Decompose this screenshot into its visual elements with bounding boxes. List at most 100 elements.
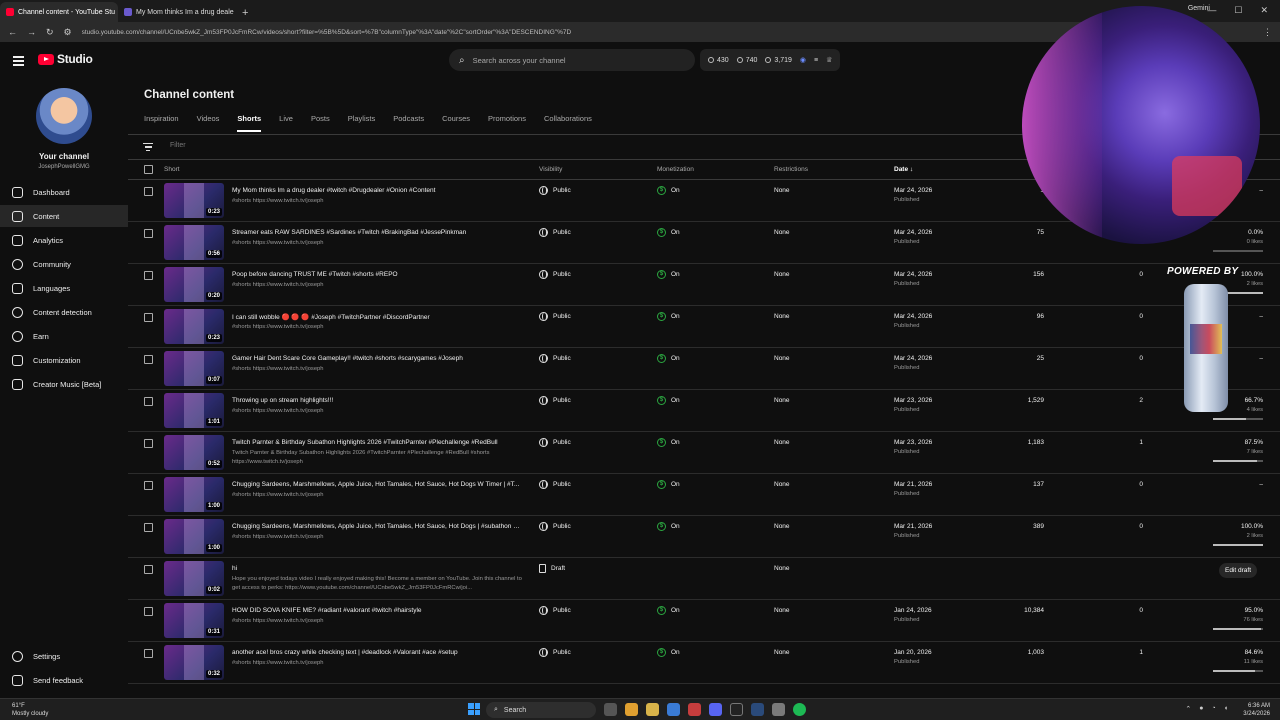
edit-draft-button[interactable]: Edit draft [1219,563,1258,578]
row-checkbox[interactable] [144,229,153,238]
wifi-icon[interactable]: ◔ [1212,705,1216,713]
download-icon[interactable] [667,703,680,716]
task-view-icon[interactable] [604,703,617,716]
column-visibility[interactable]: Visibility [539,166,562,173]
video-thumbnail[interactable]: 1:00 [164,519,224,554]
video-title[interactable]: Chugging Sardeens, Marshmellows, Apple J… [232,481,522,488]
video-title[interactable]: I can still wobble 🔴 🔴 🔴 #Joseph #Twitch… [232,313,522,321]
obs-icon[interactable] [688,703,701,716]
table-row[interactable]: 1:00 Chugging Sardeens, Marshmellows, App… [128,474,1280,516]
discord-icon[interactable] [709,703,722,716]
table-row[interactable]: 1:00 Chugging Sardeens, Marshmellows, App… [128,516,1280,558]
tab-live[interactable]: Live [279,114,293,132]
visibility-cell[interactable]: Draft [539,564,565,573]
browser-tab-video[interactable]: My Mom thinks Im a drug deale ✕ [118,2,236,22]
sidebar-item-languages[interactable]: Languages [0,277,128,299]
video-thumbnail[interactable]: 0:32 [164,645,224,680]
list-icon[interactable]: ≡ [814,57,818,64]
video-title[interactable]: hi [232,565,522,572]
row-checkbox[interactable] [144,187,153,196]
row-checkbox[interactable] [144,397,153,406]
table-row[interactable]: 0:52 Twitch Parnter & Birthday Subathon H… [128,432,1280,474]
channel-search[interactable]: ⌕ Search across your channel [449,49,695,71]
video-thumbnail[interactable]: 0:23 [164,183,224,218]
sidebar-item-content-detection[interactable]: Content detection [0,301,128,323]
video-title[interactable]: My Mom thinks Im a drug dealer #twitch #… [232,187,522,194]
sidebar-item-earn[interactable]: Earn [0,325,128,347]
column-date[interactable]: Date ↓ [894,166,913,173]
volume-icon[interactable]: ◖ [1224,705,1228,713]
sidebar-item-dashboard[interactable]: Dashboard [0,181,128,203]
channel-avatar[interactable] [36,88,92,144]
video-title[interactable]: Chugging Sardeens, Marshmellows, Apple J… [232,523,522,530]
weather-widget[interactable]: 61°F Mostly cloudy [12,702,48,718]
spotify-icon[interactable] [793,703,806,716]
visibility-cell[interactable]: Public [539,522,571,531]
tab-courses[interactable]: Courses [442,114,470,132]
video-title[interactable]: Throwing up on stream highlights!!! [232,397,522,404]
tab-inspiration[interactable]: Inspiration [144,114,179,132]
app-icon[interactable] [772,703,785,716]
video-thumbnail[interactable]: 0:20 [164,267,224,302]
visibility-cell[interactable]: Public [539,438,571,447]
browser-tab-studio[interactable]: Channel content - YouTube Stu ✕ [0,2,118,22]
sidebar-item-creator-music[interactable]: Creator Music [Beta] [0,373,128,395]
video-thumbnail[interactable]: 0:56 [164,225,224,260]
table-row[interactable]: 0:31 HOW DID SOVA KNIFE ME? #radiant #val… [128,600,1280,642]
visibility-cell[interactable]: Public [539,606,571,615]
reload-icon[interactable]: ↻ [46,27,54,38]
sidebar-item-customization[interactable]: Customization [0,349,128,371]
table-row[interactable]: 0:20 Poop before dancing TRUST ME #Twitch… [128,264,1280,306]
visibility-cell[interactable]: Public [539,270,571,279]
visibility-cell[interactable]: Public [539,480,571,489]
visibility-cell[interactable]: Public [539,186,571,195]
select-all-checkbox[interactable] [144,165,153,174]
tab-shorts[interactable]: Shorts [237,114,262,132]
tab-promotions[interactable]: Promotions [488,114,526,132]
video-title[interactable]: Poop before dancing TRUST ME #Twitch #sh… [232,271,522,278]
system-clock[interactable]: 6:36 AM 3/24/2026 [1243,702,1270,718]
forward-icon[interactable]: → [27,27,36,37]
tab-podcasts[interactable]: Podcasts [393,114,424,132]
visibility-cell[interactable]: Public [539,312,571,321]
close-window-icon[interactable]: ✕ [1260,5,1268,16]
row-checkbox[interactable] [144,607,153,616]
video-title[interactable]: Streamer eats RAW SARDINES #Sardines #Tw… [232,229,522,236]
site-info-icon[interactable]: ⚙ [64,27,72,38]
visibility-cell[interactable]: Public [539,354,571,363]
filter-input[interactable]: Filter [170,142,186,149]
row-checkbox[interactable] [144,649,153,658]
video-thumbnail[interactable]: 0:23 [164,309,224,344]
maximize-icon[interactable]: ☐ [1234,5,1242,16]
video-title[interactable]: another ace! bros crazy while checking t… [232,649,522,656]
table-row[interactable]: 0:32 another ace! bros crazy while checki… [128,642,1280,684]
row-checkbox[interactable] [144,271,153,280]
search-input[interactable]: Search across your channel [473,56,566,65]
sidebar-item-community[interactable]: Community [0,253,128,275]
tab-posts[interactable]: Posts [311,114,330,132]
video-thumbnail[interactable]: 0:52 [164,435,224,470]
trophy-icon[interactable]: ♕ [826,56,832,64]
table-row[interactable]: 1:01 Throwing up on stream highlights!!! #… [128,390,1280,432]
table-row[interactable]: 0:02 hi Hope you enjoyed todays video I re… [128,558,1280,600]
file-explorer-icon[interactable] [646,703,659,716]
app-icon[interactable] [730,703,743,716]
video-thumbnail[interactable]: 0:07 [164,351,224,386]
taskbar-search[interactable]: ⌕ Search [486,702,596,718]
filter-icon[interactable] [143,143,153,153]
new-tab-button[interactable]: + [236,7,254,22]
video-thumbnail[interactable]: 1:01 [164,393,224,428]
sidebar-item-send-feedback[interactable]: Send feedback [0,669,128,691]
row-checkbox[interactable] [144,313,153,322]
video-title[interactable]: Twitch Parnter & Birthday Subathon Highl… [232,439,522,446]
chrome-icon[interactable] [625,703,638,716]
column-restrictions[interactable]: Restrictions [774,166,808,173]
row-checkbox[interactable] [144,481,153,490]
visibility-cell[interactable]: Public [539,396,571,405]
visibility-cell[interactable]: Public [539,648,571,657]
mic-icon[interactable]: ● [1199,705,1203,713]
steam-icon[interactable] [751,703,764,716]
extensions-icon[interactable]: ⋮ [1263,27,1272,38]
chevron-up-icon[interactable]: ⌃ [1185,705,1191,713]
tab-videos[interactable]: Videos [197,114,220,132]
